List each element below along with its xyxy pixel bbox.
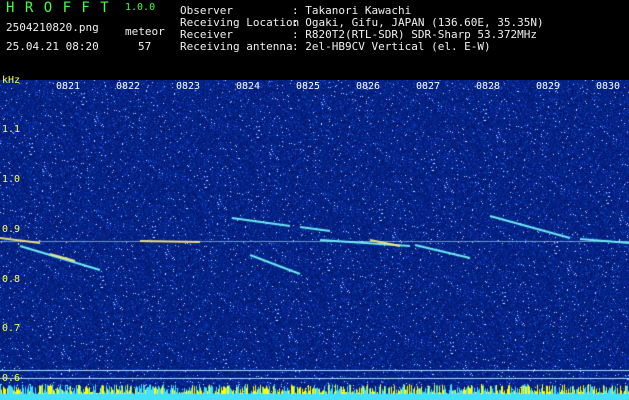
meteor-label: meteor	[125, 25, 165, 38]
time-tick: 0824	[236, 81, 261, 92]
time-tick: 0826	[356, 81, 381, 92]
freq-tick: 0.7	[2, 323, 21, 334]
spectrogram	[0, 80, 629, 400]
location-value: : Ogaki, Gifu, JAPAN (136.60E, 35.35N)	[292, 16, 544, 29]
antenna-label: Receiving antenna	[180, 40, 293, 53]
freq-tick: 0.9	[2, 224, 21, 235]
freq-tick: 0.8	[2, 274, 21, 285]
time-tick: 0830	[596, 81, 621, 92]
antenna-value: : 2el-HB9CV Vertical (el. E-W)	[292, 40, 491, 53]
receiver-value: : R820T2(RTL-SDR) SDR-Sharp 53.372MHz	[292, 28, 538, 41]
header-panel: H R O F F T 1.0.0 2504210820.png meteor …	[0, 0, 629, 80]
observer-value: : Takanori Kawachi	[292, 4, 412, 17]
time-tick: 0825	[296, 81, 321, 92]
app-version: 1.0.0	[125, 2, 156, 13]
file-name: 2504210820.png	[6, 21, 99, 34]
time-tick: 0821	[56, 81, 81, 92]
app-title: H R O F F T	[6, 0, 110, 16]
time-tick: 0829	[536, 81, 561, 92]
time-tick: 0822	[116, 81, 141, 92]
time-tick: 0823	[176, 81, 201, 92]
location-label: Receiving Location	[180, 16, 300, 29]
meteor-count: 57	[138, 40, 152, 53]
frequency-unit-label: kHz	[2, 75, 21, 86]
file-datetime: 25.04.21 08:20	[6, 40, 99, 53]
time-tick: 0827	[416, 81, 441, 92]
receiver-label: Receiver	[180, 28, 233, 41]
time-tick: 0828	[476, 81, 501, 92]
freq-tick: 0.6	[2, 373, 21, 384]
observer-label: Observer	[180, 4, 233, 17]
freq-tick: 1.0	[2, 174, 21, 185]
freq-tick: 1.1	[2, 124, 21, 135]
